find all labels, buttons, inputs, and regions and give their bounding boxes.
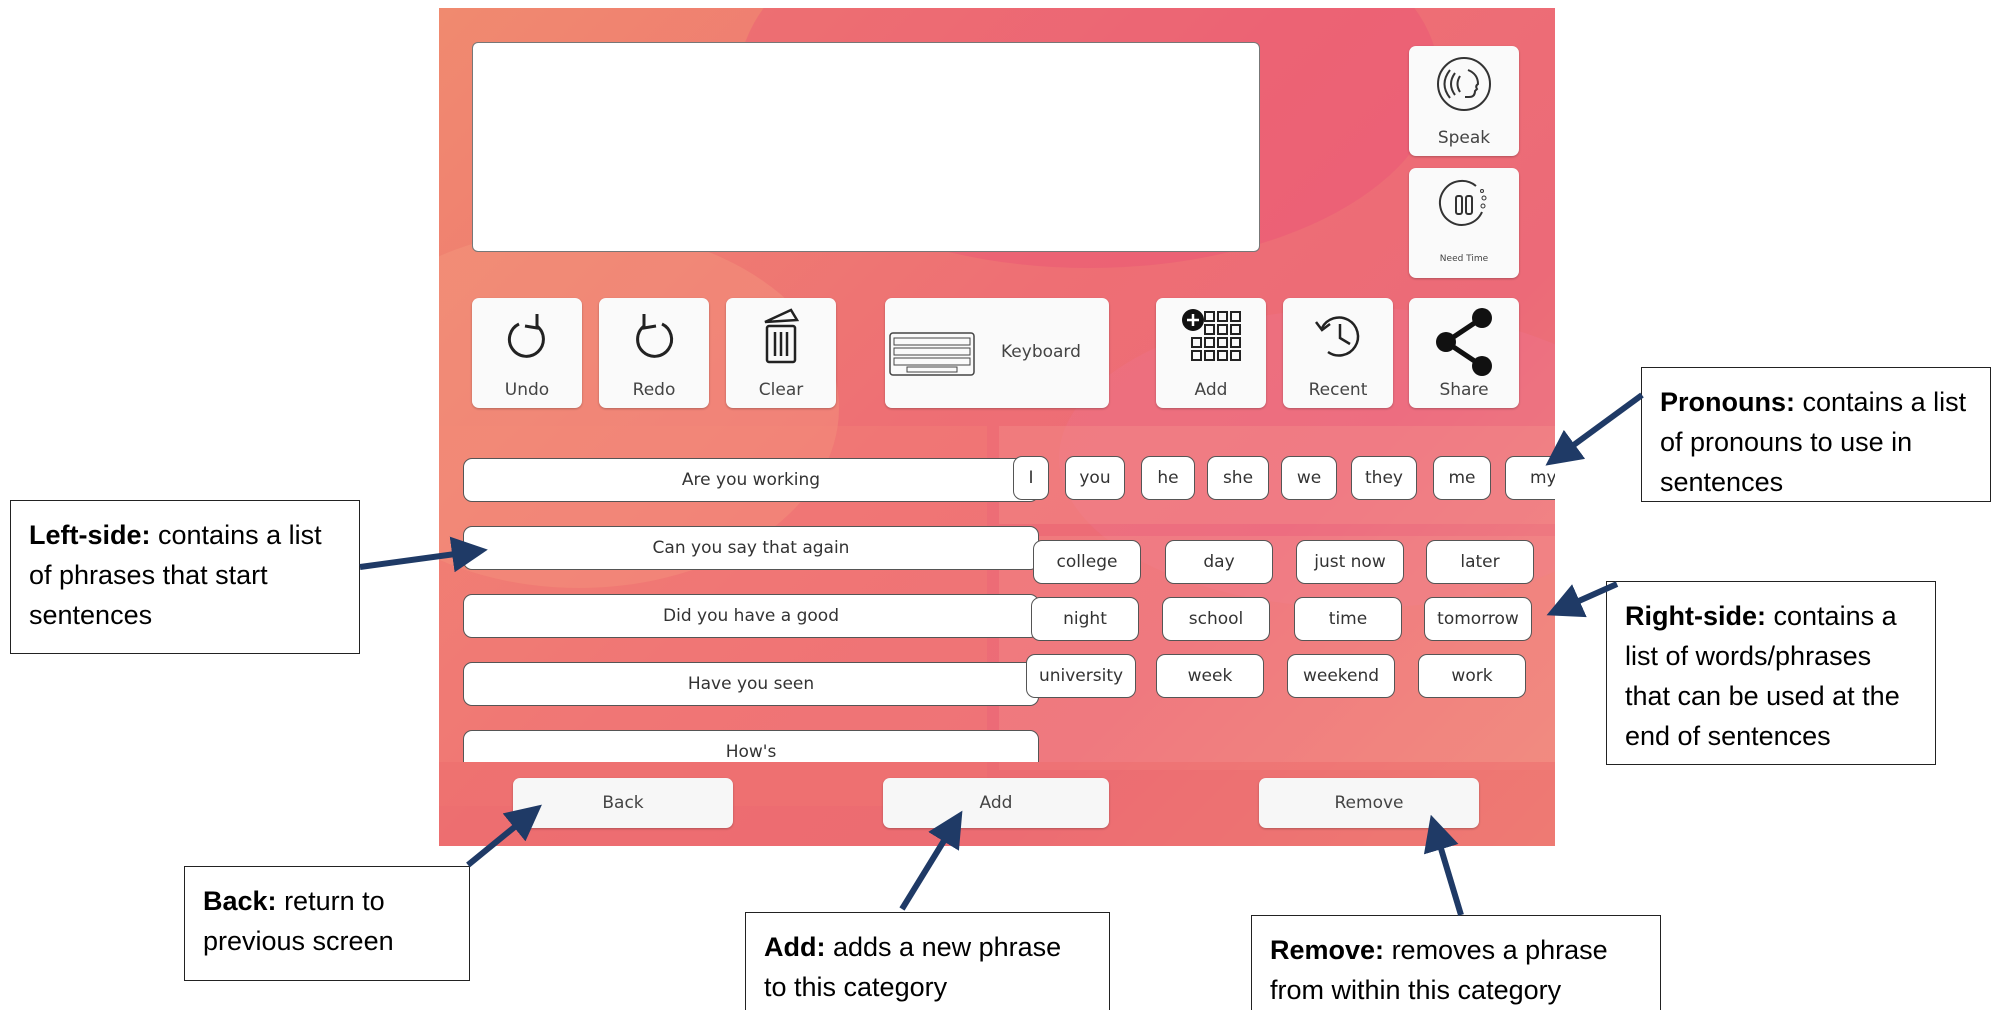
pronoun-button[interactable]: I [1013, 456, 1049, 500]
pronoun-button[interactable]: she [1207, 456, 1269, 500]
left-side-callout: Left-side: contains a list of phrases th… [10, 500, 360, 654]
right-side-callout: Right-side: contains a list of words/phr… [1606, 581, 1936, 765]
arrow-pronouns [1545, 392, 1644, 466]
trash-icon [764, 308, 800, 364]
word-button[interactable]: night [1031, 597, 1139, 641]
redo-button[interactable]: Redo [599, 298, 709, 408]
remove-phrase-button[interactable]: Remove [1259, 778, 1479, 828]
word-button[interactable]: later [1426, 540, 1534, 584]
pronouns-callout: Pronouns: contains a list of pronouns to… [1641, 367, 1991, 502]
callout-title: Left-side: [29, 520, 151, 550]
callout-title: Back: [203, 886, 277, 916]
word-button[interactable]: school [1162, 597, 1270, 641]
pronoun-button[interactable]: they [1351, 456, 1417, 500]
word-button[interactable]: weekend [1287, 654, 1395, 698]
callout-title: Remove: [1270, 935, 1385, 965]
recent-button[interactable]: Recent [1283, 298, 1393, 408]
clear-button[interactable]: Clear [726, 298, 836, 408]
undo-button[interactable]: Undo [472, 298, 582, 408]
phrase-item[interactable]: Have you seen [463, 662, 1039, 706]
add-phrase-button[interactable]: Add [883, 778, 1109, 828]
word-button[interactable]: university [1026, 654, 1136, 698]
add-grid-icon [1182, 309, 1241, 361]
speak-icon [1437, 57, 1491, 111]
history-icon [1315, 316, 1360, 357]
pronoun-button[interactable]: he [1141, 456, 1195, 500]
redo-icon [636, 314, 674, 358]
phrase-item[interactable]: How's [463, 730, 1039, 762]
word-button[interactable]: tomorrow [1424, 597, 1532, 641]
keyboard-button[interactable]: Keyboard [885, 298, 1109, 408]
share-button[interactable]: Share [1409, 298, 1519, 408]
phrase-item[interactable]: Are you working [463, 458, 1039, 502]
need-time-label: Need Time [1439, 254, 1489, 264]
aac-app-window: Speak Need Time Undo Redo Clear Keyboard… [439, 8, 1555, 846]
back-button[interactable]: Back [513, 778, 733, 828]
pronoun-button[interactable]: you [1065, 456, 1125, 500]
word-button[interactable]: college [1033, 540, 1141, 584]
phrase-item[interactable]: Can you say that again [463, 526, 1039, 570]
keyboard-icon [889, 332, 975, 376]
hourglass-pause-icon [1438, 179, 1487, 226]
recent-label: Recent [1308, 380, 1368, 400]
speak-button[interactable]: Speak [1409, 46, 1519, 156]
add-category-button[interactable]: Add [1156, 298, 1266, 408]
need-time-button[interactable]: Need Time [1409, 168, 1519, 278]
pronoun-button[interactable]: me [1433, 456, 1491, 500]
word-button[interactable]: time [1294, 597, 1402, 641]
message-text-area[interactable] [472, 42, 1260, 252]
undo-label: Undo [504, 380, 550, 400]
word-button[interactable]: just now [1296, 540, 1404, 584]
word-button[interactable]: day [1165, 540, 1273, 584]
pronoun-button[interactable]: my [1505, 456, 1555, 500]
pronoun-button[interactable]: we [1281, 456, 1337, 500]
phrase-item[interactable]: Did you have a good [463, 594, 1039, 638]
remove-callout: Remove: removes a phrase from within thi… [1251, 915, 1661, 1010]
share-icon [1436, 308, 1492, 376]
undo-icon [507, 314, 545, 358]
keyboard-label: Keyboard [1001, 342, 1081, 362]
callout-title: Pronouns: [1660, 387, 1795, 417]
callout-title: Right-side: [1625, 601, 1766, 631]
redo-label: Redo [632, 380, 676, 400]
word-button[interactable]: week [1156, 654, 1264, 698]
clear-label: Clear [758, 380, 804, 400]
add-callout: Add: adds a new phrase to this category [745, 912, 1110, 1010]
speak-label: Speak [1437, 128, 1491, 148]
word-button[interactable]: work [1418, 654, 1526, 698]
callout-title: Add: [764, 932, 826, 962]
share-label: Share [1439, 380, 1489, 400]
add-category-label: Add [1194, 380, 1228, 400]
back-callout: Back: return to previous screen [184, 866, 470, 981]
